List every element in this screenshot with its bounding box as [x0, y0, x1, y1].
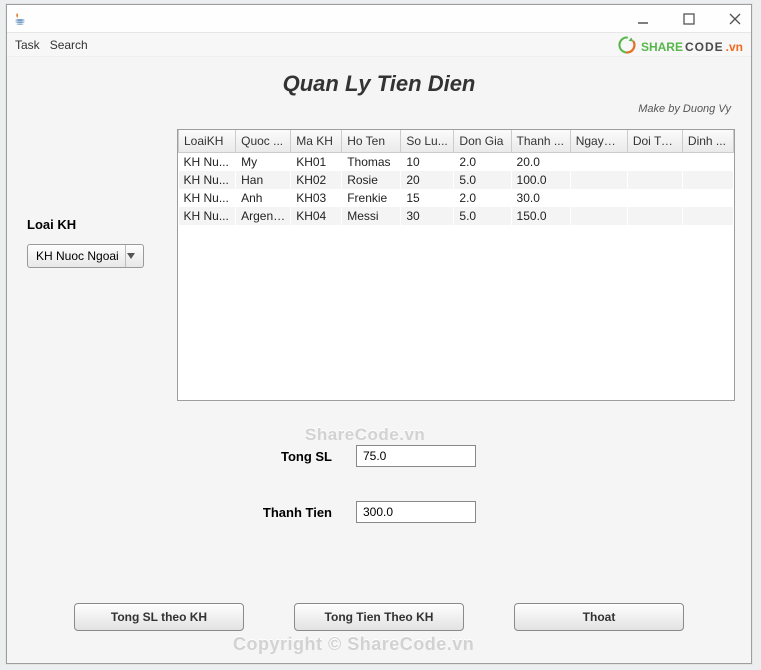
combobox-value: KH Nuoc Ngoai: [36, 249, 125, 263]
app-window: SHARECODE.vn Task Search Quan Ly Tien Di…: [6, 4, 752, 664]
tong-sl-label: Tong SL: [222, 449, 332, 464]
table-cell: [627, 207, 682, 225]
table-cell: 5.0: [454, 207, 511, 225]
table-cell: KH02: [291, 171, 342, 189]
table-cell: [570, 152, 627, 171]
table-cell: Messi: [342, 207, 401, 225]
button-row: Tong SL theo KH Tong Tien Theo KH Thoat: [7, 603, 751, 631]
page-title: Quan Ly Tien Dien: [7, 71, 751, 97]
menu-search[interactable]: Search: [50, 38, 88, 52]
table-cell: [627, 189, 682, 207]
table-header[interactable]: Ho Ten: [342, 130, 401, 152]
table-cell: KH01: [291, 152, 342, 171]
table-row[interactable]: KH Nu...Argenti...KH04Messi305.0150.0: [179, 207, 734, 225]
title-bar: [7, 5, 751, 33]
summary-panel: Tong SL Thanh Tien: [7, 445, 751, 523]
table-cell: 30: [401, 207, 454, 225]
table-cell: 15: [401, 189, 454, 207]
table-cell: Han: [236, 171, 291, 189]
table-cell: 10: [401, 152, 454, 171]
watermark-bottom: Copyright © ShareCode.vn: [233, 634, 474, 655]
loai-kh-label: Loai KH: [27, 217, 177, 232]
sharecode-logo: SHARECODE.vn: [617, 35, 743, 58]
table-cell: Argenti...: [236, 207, 291, 225]
table-cell: [627, 152, 682, 171]
table-cell: [682, 171, 733, 189]
tong-sl-input[interactable]: [356, 445, 476, 467]
table-row[interactable]: KH Nu...HanKH02Rosie205.0100.0: [179, 171, 734, 189]
table-header[interactable]: Ma KH: [291, 130, 342, 152]
table-header[interactable]: Doi Tu...: [627, 130, 682, 152]
table-cell: [570, 207, 627, 225]
table-cell: KH Nu...: [179, 189, 236, 207]
table-cell: 20: [401, 171, 454, 189]
thanh-tien-input[interactable]: [356, 501, 476, 523]
table-cell: Anh: [236, 189, 291, 207]
table-cell: KH Nu...: [179, 171, 236, 189]
table-cell: 100.0: [511, 171, 570, 189]
table-cell: KH03: [291, 189, 342, 207]
tong-sl-theo-kh-button[interactable]: Tong SL theo KH: [74, 603, 244, 631]
table-header[interactable]: Thanh ...: [511, 130, 570, 152]
table-header[interactable]: So Lu...: [401, 130, 454, 152]
content-area: Quan Ly Tien Dien Make by Duong Vy Loai …: [7, 57, 751, 663]
table-cell: [682, 152, 733, 171]
table-cell: 30.0: [511, 189, 570, 207]
menu-task[interactable]: Task: [15, 38, 40, 52]
table-cell: [570, 171, 627, 189]
table-cell: KH04: [291, 207, 342, 225]
table-header[interactable]: Quoc ...: [236, 130, 291, 152]
table-row[interactable]: KH Nu...AnhKH03Frenkie152.030.0: [179, 189, 734, 207]
filter-panel: Loai KH KH Nuoc Ngoai: [27, 217, 177, 268]
table-cell: [570, 189, 627, 207]
table-cell: Rosie: [342, 171, 401, 189]
table-cell: [682, 207, 733, 225]
table-cell: [627, 171, 682, 189]
maximize-button[interactable]: [677, 9, 701, 29]
table-cell: KH Nu...: [179, 152, 236, 171]
table-header[interactable]: LoaiKH: [179, 130, 236, 152]
table-cell: 5.0: [454, 171, 511, 189]
table-header[interactable]: NgayH...: [570, 130, 627, 152]
close-button[interactable]: [723, 9, 747, 29]
table-cell: 150.0: [511, 207, 570, 225]
recycle-icon: [617, 35, 637, 58]
customer-table[interactable]: LoaiKHQuoc ...Ma KHHo TenSo Lu...Don Gia…: [177, 129, 735, 401]
table-cell: 2.0: [454, 152, 511, 171]
table-cell: My: [236, 152, 291, 171]
table-cell: KH Nu...: [179, 207, 236, 225]
table-cell: Frenkie: [342, 189, 401, 207]
java-icon: [11, 10, 29, 28]
author-label: Make by Duong Vy: [638, 103, 731, 115]
table-cell: 2.0: [454, 189, 511, 207]
thanh-tien-label: Thanh Tien: [222, 505, 332, 520]
table-cell: Thomas: [342, 152, 401, 171]
table-row[interactable]: KH Nu...MyKH01Thomas102.020.0: [179, 152, 734, 171]
thoat-button[interactable]: Thoat: [514, 603, 684, 631]
loai-kh-combobox[interactable]: KH Nuoc Ngoai: [27, 244, 144, 268]
table-header[interactable]: Don Gia: [454, 130, 511, 152]
table-cell: 20.0: [511, 152, 570, 171]
tong-tien-theo-kh-button[interactable]: Tong Tien Theo KH: [294, 603, 464, 631]
table-header[interactable]: Dinh ...: [682, 130, 733, 152]
watermark-center: ShareCode.vn: [305, 425, 425, 445]
table-cell: [682, 189, 733, 207]
chevron-down-icon: [125, 245, 143, 267]
minimize-button[interactable]: [631, 9, 655, 29]
